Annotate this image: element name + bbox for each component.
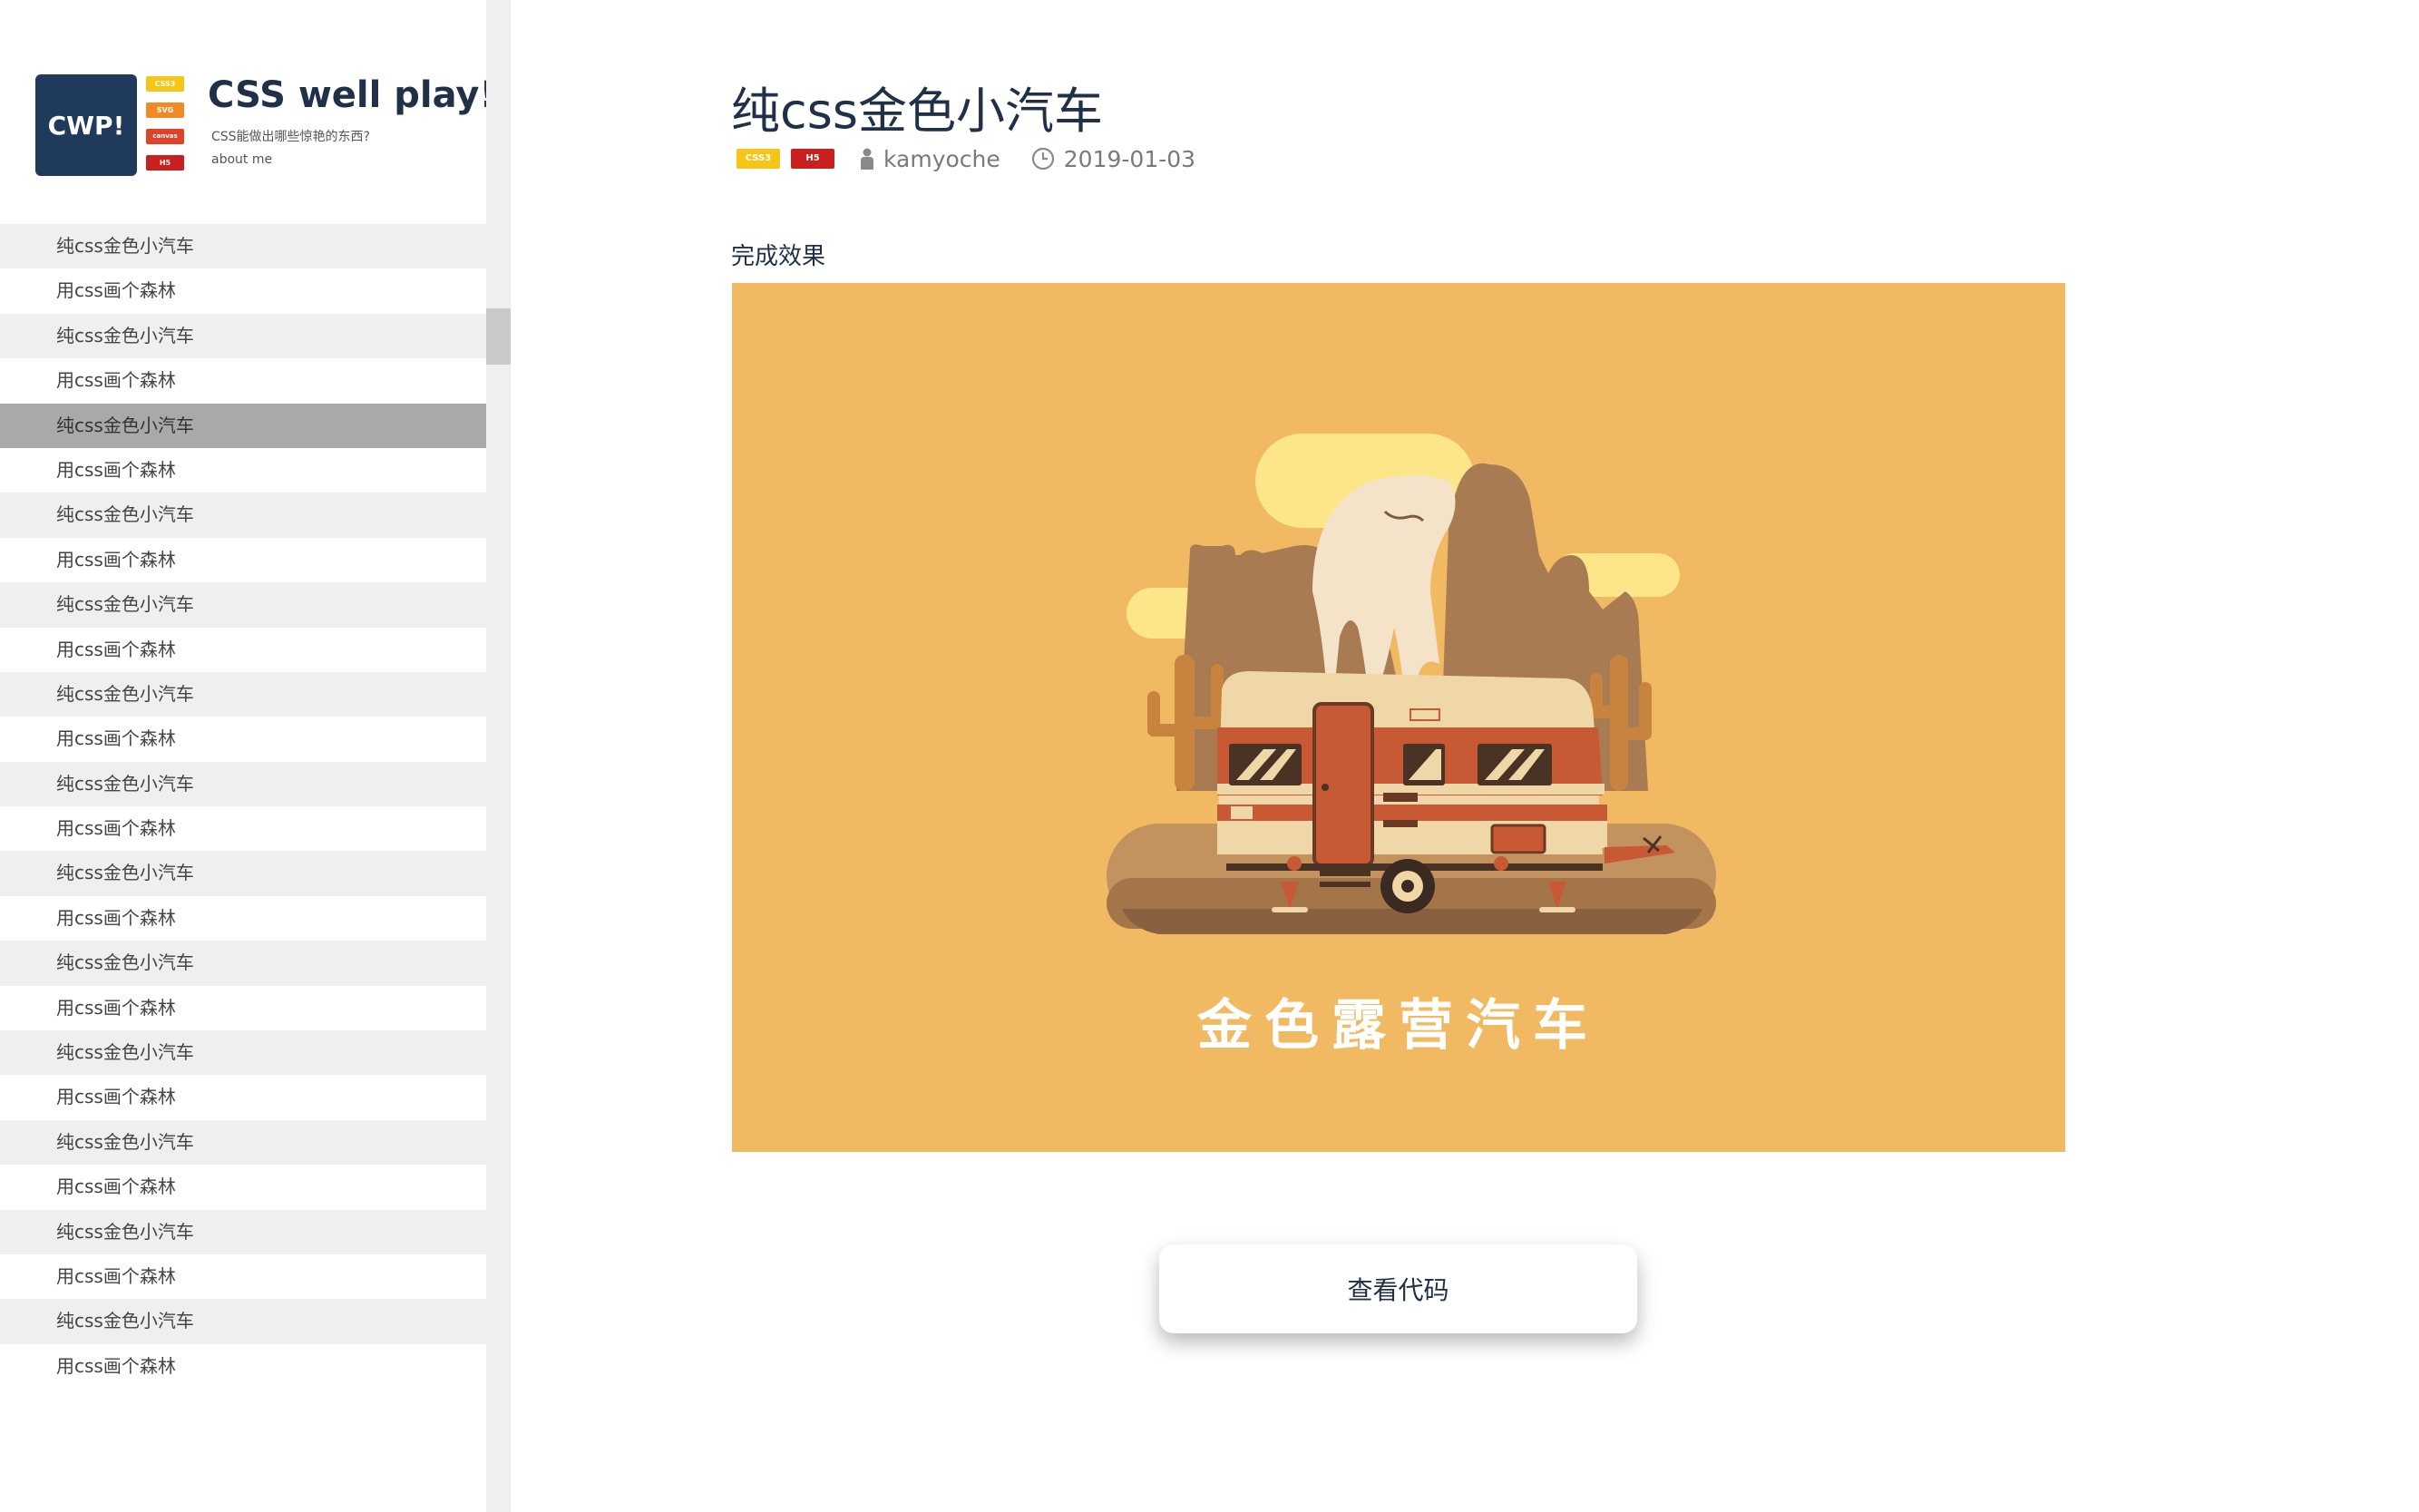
sidebar-scrollbar-track[interactable] bbox=[486, 0, 511, 1512]
sidebar-item[interactable]: 纯css金色小汽车 bbox=[0, 941, 486, 986]
result-preview: 金色露营汽车 bbox=[732, 283, 2065, 1152]
tag-h5: H5 bbox=[791, 149, 834, 169]
badge-h5: H5 bbox=[146, 155, 184, 171]
sidebar-item[interactable]: 用css画个森林 bbox=[0, 985, 486, 1031]
badge-canvas: canvas bbox=[146, 129, 184, 144]
sidebar-item[interactable]: 用css画个森林 bbox=[0, 895, 486, 941]
sidebar-item[interactable]: 用css画个森林 bbox=[0, 1343, 486, 1390]
post-title: 纯css金色小汽车 bbox=[731, 83, 1103, 140]
badge-css3: CSS3 bbox=[146, 76, 184, 92]
post-date: 2019-01-03 bbox=[1063, 145, 1196, 172]
site-logo[interactable]: CWP! bbox=[35, 74, 137, 176]
post-author[interactable]: kamyoche bbox=[883, 146, 1000, 172]
sidebar-item[interactable]: 纯css金色小汽车 bbox=[0, 761, 486, 807]
sidebar-item[interactable]: 纯css金色小汽车 bbox=[0, 224, 486, 269]
sidebar-item[interactable]: 纯css金色小汽车 bbox=[0, 313, 486, 359]
sidebar-item[interactable]: 用css画个森林 bbox=[0, 806, 486, 852]
sidebar-item[interactable]: 纯css金色小汽车 bbox=[0, 493, 486, 538]
site-title[interactable]: CSS well play! bbox=[208, 74, 496, 116]
user-icon bbox=[860, 148, 874, 170]
section-label: 完成效果 bbox=[731, 243, 826, 270]
brand: CWP! CSS3 SVG canvas H5 CSS well play! C… bbox=[35, 74, 496, 183]
clock-icon bbox=[1031, 147, 1055, 171]
sidebar-item[interactable]: 纯css金色小汽车 bbox=[0, 582, 486, 628]
tech-badges: CSS3 SVG canvas H5 bbox=[146, 76, 184, 181]
sidebar-item[interactable]: 纯css金色小汽车 bbox=[0, 1030, 486, 1076]
sidebar-item[interactable]: 用css画个森林 bbox=[0, 537, 486, 583]
sidebar-item[interactable]: 纯css金色小汽车 bbox=[0, 671, 486, 717]
preview-caption: 金色露营汽车 bbox=[1197, 994, 1600, 1058]
sidebar: CWP! CSS3 SVG canvas H5 CSS well play! C… bbox=[0, 0, 496, 1512]
sidebar-item[interactable]: 纯css金色小汽车 bbox=[0, 1209, 486, 1254]
sidebar-item[interactable]: 纯css金色小汽车 bbox=[0, 1299, 486, 1344]
tag-css3: CSS3 bbox=[736, 149, 780, 169]
sidebar-item[interactable]: 用css画个森林 bbox=[0, 1075, 486, 1120]
sidebar-item[interactable]: 纯css金色小汽车 bbox=[0, 403, 486, 448]
article-list: 纯css金色小汽车 用css画个森林 纯css金色小汽车 用css画个森林 纯css金色… bbox=[0, 224, 486, 1390]
sidebar-item[interactable]: 用css画个森林 bbox=[0, 627, 486, 672]
about-me-link[interactable]: about me bbox=[211, 152, 272, 167]
sidebar-item[interactable]: 用css画个森林 bbox=[0, 1253, 486, 1300]
sidebar-item[interactable]: 用css画个森林 bbox=[0, 268, 486, 314]
badge-svg: SVG bbox=[146, 102, 184, 118]
sidebar-item[interactable]: 纯css金色小汽车 bbox=[0, 1119, 486, 1166]
sidebar-item[interactable]: 用css画个森林 bbox=[0, 717, 486, 762]
sidebar-item[interactable]: 纯css金色小汽车 bbox=[0, 851, 486, 896]
sidebar-item[interactable]: 用css画个森林 bbox=[0, 447, 486, 493]
sidebar-item[interactable]: 用css画个森林 bbox=[0, 358, 486, 404]
sidebar-scrollbar-thumb[interactable] bbox=[486, 308, 511, 365]
post-meta: CSS3 H5 kamyoche 2019-01-03 bbox=[736, 145, 1195, 172]
site-subtitle: CSS能做出哪些惊艳的东西? bbox=[211, 130, 370, 144]
cactus-right bbox=[1610, 655, 1628, 791]
sidebar-item[interactable]: 用css画个森林 bbox=[0, 1165, 486, 1210]
view-code-button[interactable]: 查看代码 bbox=[1159, 1244, 1637, 1333]
